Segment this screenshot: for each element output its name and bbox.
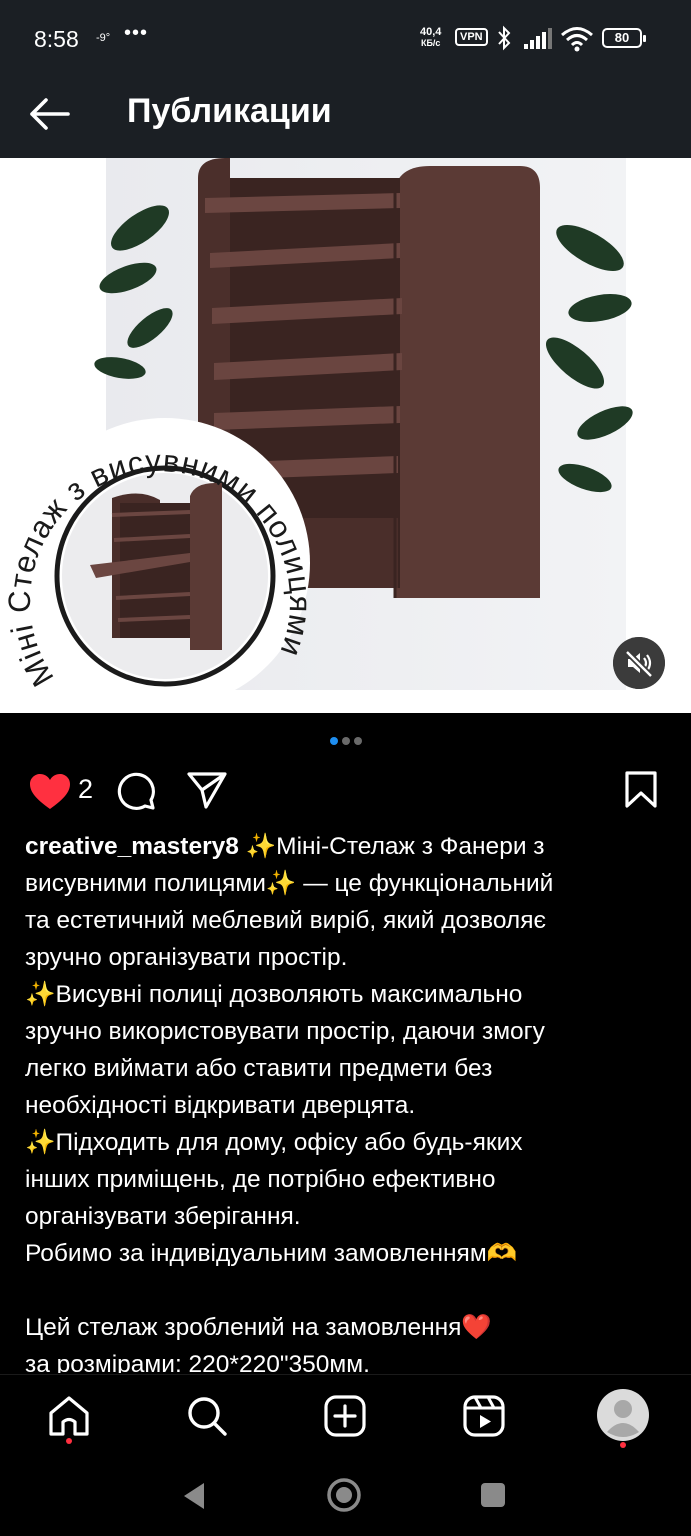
network-speed-value: 40,4 <box>420 26 442 38</box>
profile-avatar-icon[interactable] <box>596 1388 650 1442</box>
status-bar: 8:58 -9° ••• 40,4 КБ/с VPN 80 <box>0 0 691 80</box>
battery-icon: 80 <box>602 28 646 48</box>
overlay-curved-text: Міні Стелаж з висувними полицями <box>2 443 317 692</box>
carousel-indicator <box>0 732 691 746</box>
network-speed-unit: КБ/с <box>420 38 441 48</box>
caption-line: ✨Висувні полиці дозволяють максимально <box>25 981 523 1008</box>
home-notification-dot <box>66 1438 72 1444</box>
caption-line: creative_mastery8 ✨Міні-Стелаж з Фанери … <box>25 828 665 865</box>
status-time: 8:58 <box>34 26 79 52</box>
post-actions: 2 <box>0 760 691 820</box>
post-caption: creative_mastery8 ✨Міні-Стелаж з Фанери … <box>25 828 665 1373</box>
wifi-icon <box>561 27 593 52</box>
page-title: Публикации <box>127 92 332 130</box>
system-home-icon[interactable] <box>325 1476 363 1514</box>
speaker-muted-icon[interactable] <box>613 637 665 689</box>
caption-line: висувними полицями✨ — це функціональний <box>25 870 554 897</box>
carousel-dot-active <box>329 737 338 745</box>
search-icon[interactable] <box>184 1393 230 1439</box>
home-icon[interactable] <box>46 1393 92 1439</box>
image-overlay-caption: Міні Стелаж з висувними полицями <box>2 443 318 692</box>
like-count[interactable]: 2 <box>78 774 93 805</box>
signal-icon <box>524 28 552 49</box>
caption-line: необхідності відкривати дверцята. <box>25 1092 416 1119</box>
caption-text: ✨Міні-Стелаж з Фанери з <box>238 833 545 860</box>
comment-icon[interactable] <box>115 770 157 812</box>
caption-line: зручно використовувати простір, даючи зм… <box>25 1018 545 1045</box>
status-more-icon: ••• <box>124 22 149 44</box>
carousel-dot <box>353 737 362 745</box>
caption-line: Робимо за індивідуальним замовленням🫶 <box>25 1240 518 1267</box>
bottom-navigation <box>0 1374 691 1456</box>
vpn-icon: VPN <box>455 28 488 46</box>
post-username[interactable]: creative_mastery8 <box>25 833 239 860</box>
back-arrow-icon[interactable] <box>26 90 74 138</box>
heart-icon[interactable] <box>28 772 72 812</box>
caption-line: ✨Підходить для дому, офісу або будь-яких <box>25 1129 523 1156</box>
send-icon[interactable] <box>186 770 228 810</box>
profile-notification-dot <box>620 1442 626 1448</box>
top-header: Публикации <box>0 80 691 158</box>
caption-line: організувати зберігання. <box>25 1203 301 1230</box>
caption-line <box>25 1272 665 1309</box>
system-navigation-bar <box>0 1456 691 1536</box>
svg-text:Міні Стелаж з висувними полиця: Міні Стелаж з висувними полицями <box>2 443 318 692</box>
reels-icon[interactable] <box>461 1393 507 1439</box>
carousel-dot <box>341 737 350 745</box>
bluetooth-icon <box>498 25 511 51</box>
caption-line: зручно організувати простір. <box>25 944 348 971</box>
caption-line: легко виймати або ставити предмети без <box>25 1055 493 1082</box>
caption-line: інших приміщень, де потрібно ефективно <box>25 1166 496 1193</box>
plus-square-icon[interactable] <box>322 1393 368 1439</box>
system-back-icon[interactable] <box>180 1480 208 1512</box>
caption-line: Цей стелаж зроблений на замовлення❤️ <box>25 1314 492 1341</box>
network-speed: 40,4 КБ/с <box>420 27 441 49</box>
system-recents-icon[interactable] <box>480 1482 506 1508</box>
bookmark-icon[interactable] <box>624 770 658 810</box>
post-media[interactable]: Міні Стелаж з висувними полицями <box>0 158 691 713</box>
caption-line: та естетичний меблевий виріб, який дозво… <box>25 907 546 934</box>
status-temperature: -9° <box>96 32 111 44</box>
caption-line: за розмірами: 220*220"350мм. <box>25 1351 370 1373</box>
